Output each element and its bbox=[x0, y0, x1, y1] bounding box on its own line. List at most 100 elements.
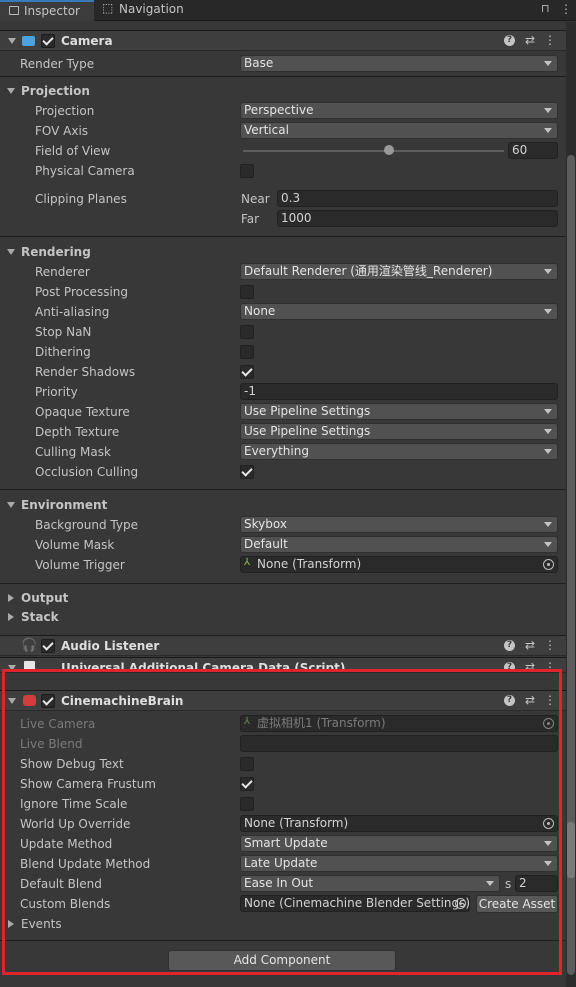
headphones-icon: 🎧 bbox=[21, 638, 38, 653]
projection-label: Projection bbox=[35, 104, 95, 118]
audio-listener-component-header[interactable]: 🎧 Audio Listener ? ⇄ ⋮ bbox=[0, 635, 566, 656]
transform-icon: ⅄ bbox=[244, 557, 251, 568]
fov-slider-thumb[interactable] bbox=[384, 145, 395, 155]
foldout-arrow-icon[interactable] bbox=[8, 594, 14, 602]
chevron-down-icon bbox=[544, 409, 552, 414]
fov-axis-label: FOV Axis bbox=[35, 124, 89, 138]
object-picker-icon[interactable] bbox=[543, 559, 554, 570]
foldout-arrow-icon[interactable] bbox=[8, 613, 14, 621]
volume-mask-dropdown[interactable]: Default bbox=[240, 536, 558, 553]
camera-icon bbox=[22, 36, 35, 46]
foldout-arrow-icon[interactable] bbox=[7, 249, 15, 255]
tab-navigation[interactable]: ⬚ Navigation bbox=[98, 0, 198, 21]
dropdown-value: Skybox bbox=[244, 517, 287, 531]
far-label: Far bbox=[241, 212, 260, 226]
camera-enabled-checkbox[interactable] bbox=[41, 34, 55, 48]
chevron-down-icon bbox=[544, 269, 552, 274]
menu-icon[interactable]: ⋮ bbox=[544, 33, 556, 47]
section-divider bbox=[0, 76, 566, 77]
section-divider bbox=[0, 489, 566, 490]
renderer-dropdown[interactable]: Default Renderer (通用渲染管线_Renderer) bbox=[240, 263, 558, 280]
menu-icon[interactable]: ⋮ bbox=[544, 638, 556, 652]
scrollbar-handle[interactable] bbox=[567, 822, 575, 878]
help-icon[interactable]: ? bbox=[504, 35, 515, 46]
anti-aliasing-label: Anti-aliasing bbox=[35, 305, 110, 319]
section-stack[interactable]: Stack bbox=[21, 610, 59, 624]
stop-nan-label: Stop NaN bbox=[35, 325, 92, 339]
chevron-down-icon bbox=[544, 429, 552, 434]
physical-camera-checkbox[interactable] bbox=[240, 164, 254, 178]
lock-icon[interactable]: ⊓ bbox=[541, 2, 550, 15]
chevron-down-icon bbox=[544, 61, 552, 66]
section-projection[interactable]: Projection bbox=[21, 84, 90, 98]
volume-trigger-field[interactable]: None (Transform) bbox=[240, 556, 558, 573]
section-divider bbox=[0, 583, 566, 584]
chevron-down-icon bbox=[544, 108, 552, 113]
background-type-label: Background Type bbox=[35, 518, 138, 532]
fov-label: Field of View bbox=[35, 144, 111, 158]
anti-aliasing-dropdown[interactable]: None bbox=[240, 303, 558, 320]
chevron-down-icon bbox=[544, 522, 552, 527]
foldout-arrow-icon[interactable] bbox=[8, 38, 16, 44]
chevron-down-icon bbox=[544, 128, 552, 133]
near-label: Near bbox=[241, 192, 270, 206]
section-environment[interactable]: Environment bbox=[21, 498, 107, 512]
chevron-down-icon bbox=[544, 542, 552, 547]
render-shadows-label: Render Shadows bbox=[35, 365, 136, 379]
render-shadows-checkbox[interactable] bbox=[240, 365, 254, 379]
render-type-dropdown[interactable]: Base bbox=[240, 55, 558, 72]
priority-field[interactable]: -1 bbox=[240, 383, 558, 400]
fov-value-field[interactable]: 60 bbox=[508, 142, 558, 159]
depth-texture-label: Depth Texture bbox=[35, 425, 120, 439]
dropdown-value: Default Renderer (通用渲染管线_Renderer) bbox=[244, 264, 493, 278]
dropdown-value: Use Pipeline Settings bbox=[244, 424, 371, 438]
background-type-dropdown[interactable]: Skybox bbox=[240, 516, 558, 533]
post-processing-checkbox[interactable] bbox=[240, 285, 254, 299]
dropdown-value: Everything bbox=[244, 444, 309, 458]
more-icon[interactable]: ⋮ bbox=[560, 2, 572, 16]
stop-nan-checkbox[interactable] bbox=[240, 325, 254, 339]
tab-label: Navigation bbox=[119, 2, 184, 16]
fov-slider-track[interactable] bbox=[243, 150, 504, 152]
opaque-texture-dropdown[interactable]: Use Pipeline Settings bbox=[240, 403, 558, 420]
audio-listener-enabled-checkbox[interactable] bbox=[41, 639, 55, 653]
chevron-down-icon bbox=[544, 449, 552, 454]
tab-inspector[interactable]: Inspector bbox=[0, 0, 94, 21]
physical-camera-label: Physical Camera bbox=[35, 164, 135, 178]
camera-component-header[interactable]: Camera ? ⇄ ⋮ bbox=[0, 30, 566, 51]
post-processing-label: Post Processing bbox=[35, 285, 128, 299]
opaque-texture-label: Opaque Texture bbox=[35, 405, 130, 419]
renderer-label: Renderer bbox=[35, 265, 90, 279]
component-title: Audio Listener bbox=[61, 639, 160, 653]
culling-mask-label: Culling Mask bbox=[35, 445, 111, 459]
preset-icon[interactable]: ⇄ bbox=[524, 33, 536, 47]
section-output[interactable]: Output bbox=[21, 591, 68, 605]
dithering-checkbox[interactable] bbox=[240, 345, 254, 359]
field-value: None (Transform) bbox=[257, 557, 362, 571]
dithering-label: Dithering bbox=[35, 345, 91, 359]
foldout-arrow-icon[interactable] bbox=[7, 88, 15, 94]
volume-trigger-label: Volume Trigger bbox=[35, 558, 125, 572]
dropdown-value: Vertical bbox=[244, 123, 289, 137]
volume-mask-label: Volume Mask bbox=[35, 538, 115, 552]
foldout-arrow-icon[interactable] bbox=[7, 502, 15, 508]
occlusion-culling-checkbox[interactable] bbox=[240, 465, 254, 479]
occlusion-culling-label: Occlusion Culling bbox=[35, 465, 139, 479]
projection-dropdown[interactable]: Perspective bbox=[240, 102, 558, 119]
highlight-box bbox=[2, 669, 562, 975]
culling-mask-dropdown[interactable]: Everything bbox=[240, 443, 558, 460]
dropdown-value: Perspective bbox=[244, 103, 314, 117]
dropdown-value: Base bbox=[244, 56, 274, 70]
near-field[interactable]: 0.3 bbox=[277, 190, 558, 207]
section-rendering[interactable]: Rendering bbox=[21, 245, 91, 259]
preset-icon[interactable]: ⇄ bbox=[524, 638, 536, 652]
fov-axis-dropdown[interactable]: Vertical bbox=[240, 122, 558, 139]
tab-label: Inspector bbox=[24, 4, 80, 18]
help-icon[interactable]: ? bbox=[504, 640, 515, 651]
far-field[interactable]: 1000 bbox=[277, 210, 558, 227]
priority-label: Priority bbox=[35, 385, 78, 399]
chevron-down-icon bbox=[544, 309, 552, 314]
dropdown-value: Use Pipeline Settings bbox=[244, 404, 371, 418]
depth-texture-dropdown[interactable]: Use Pipeline Settings bbox=[240, 423, 558, 440]
info-icon bbox=[9, 6, 19, 15]
